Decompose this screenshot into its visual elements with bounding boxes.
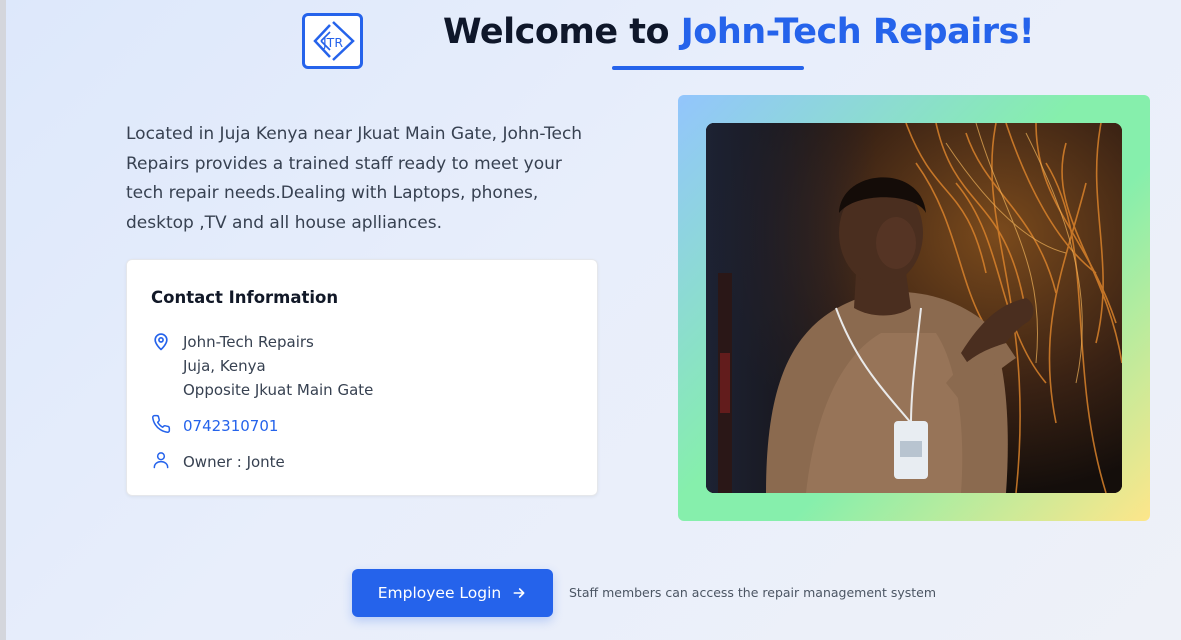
owner-row: Owner : Jonte: [151, 450, 285, 474]
user-icon: [153, 452, 169, 469]
login-note: Staff members can access the repair mana…: [569, 585, 937, 600]
address-row: John-Tech Repairs Juja, Kenya Opposite J…: [151, 330, 373, 402]
title-brand: John-Tech Repairs!: [680, 12, 1035, 52]
contact-card: Contact Information John-Tech Repairs Ju…: [126, 259, 598, 496]
address-line-2: Juja, Kenya: [183, 357, 266, 375]
employee-login-label: Employee Login: [377, 584, 502, 602]
logo: JTR: [302, 13, 363, 69]
title-prefix: Welcome to: [443, 12, 681, 52]
page-title: Welcome to John-Tech Repairs!: [443, 12, 1035, 52]
address-line-1: John-Tech Repairs: [183, 333, 314, 351]
technician-photo: [706, 123, 1122, 493]
employee-login-button[interactable]: Employee Login: [352, 569, 553, 617]
intro-paragraph: Located in Juja Kenya near Jkuat Main Ga…: [126, 124, 583, 233]
map-pin-icon: [154, 333, 168, 351]
owner-text: Owner : Jonte: [183, 453, 285, 471]
logo-text: JTR: [322, 35, 343, 50]
address-line-3: Opposite Jkuat Main Gate: [183, 381, 374, 399]
technician-photo-illustration: [706, 123, 1122, 493]
arrow-right-icon: [513, 588, 525, 598]
contact-card-title: Contact Information: [151, 288, 339, 307]
phone-link[interactable]: 0742310701: [183, 414, 278, 438]
phone-icon: [152, 414, 171, 433]
phone-row: 0742310701: [151, 414, 278, 438]
window-edge: [0, 0, 6, 640]
title-underline: [612, 66, 804, 70]
photo-frame: [678, 95, 1150, 521]
address-text: John-Tech Repairs Juja, Kenya Opposite J…: [183, 330, 373, 402]
jtr-logo-icon: JTR: [312, 21, 355, 61]
